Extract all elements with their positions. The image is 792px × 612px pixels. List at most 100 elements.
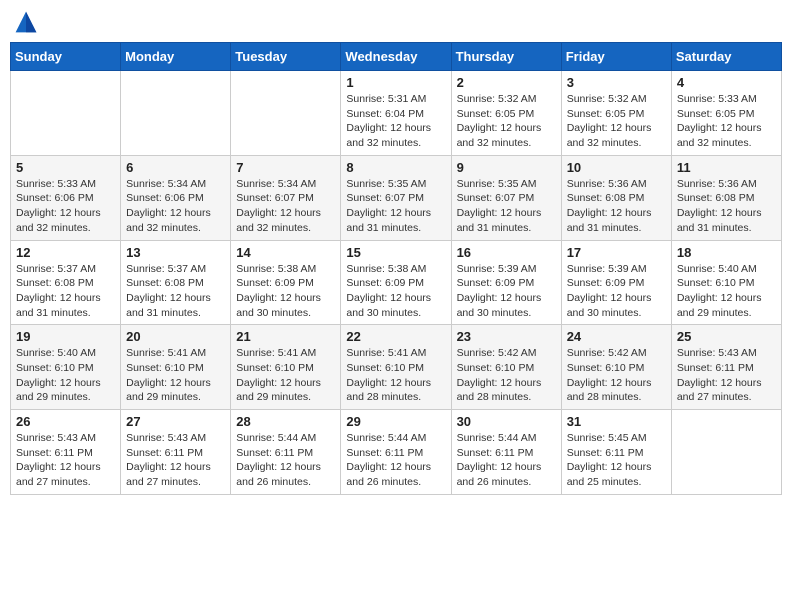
week-row-5: 26 Sunrise: 5:43 AMSunset: 6:11 PMDaylig…	[11, 410, 782, 495]
day-cell: 3 Sunrise: 5:32 AMSunset: 6:05 PMDayligh…	[561, 71, 671, 156]
day-info: Sunrise: 5:34 AMSunset: 6:07 PMDaylight:…	[236, 177, 335, 236]
day-info: Sunrise: 5:41 AMSunset: 6:10 PMDaylight:…	[346, 346, 445, 405]
day-info: Sunrise: 5:38 AMSunset: 6:09 PMDaylight:…	[236, 262, 335, 321]
day-number: 29	[346, 414, 445, 429]
day-info: Sunrise: 5:44 AMSunset: 6:11 PMDaylight:…	[236, 431, 335, 490]
day-cell: 10 Sunrise: 5:36 AMSunset: 6:08 PMDaylig…	[561, 155, 671, 240]
weekday-header-saturday: Saturday	[671, 43, 781, 71]
day-info: Sunrise: 5:41 AMSunset: 6:10 PMDaylight:…	[126, 346, 225, 405]
day-cell	[671, 410, 781, 495]
day-number: 5	[16, 160, 115, 175]
day-info: Sunrise: 5:44 AMSunset: 6:11 PMDaylight:…	[346, 431, 445, 490]
day-cell: 24 Sunrise: 5:42 AMSunset: 6:10 PMDaylig…	[561, 325, 671, 410]
day-number: 11	[677, 160, 776, 175]
day-number: 10	[567, 160, 666, 175]
calendar: SundayMondayTuesdayWednesdayThursdayFrid…	[10, 42, 782, 495]
day-cell	[11, 71, 121, 156]
day-cell: 4 Sunrise: 5:33 AMSunset: 6:05 PMDayligh…	[671, 71, 781, 156]
day-cell: 12 Sunrise: 5:37 AMSunset: 6:08 PMDaylig…	[11, 240, 121, 325]
day-number: 13	[126, 245, 225, 260]
day-cell: 13 Sunrise: 5:37 AMSunset: 6:08 PMDaylig…	[121, 240, 231, 325]
day-cell: 14 Sunrise: 5:38 AMSunset: 6:09 PMDaylig…	[231, 240, 341, 325]
day-number: 25	[677, 329, 776, 344]
day-info: Sunrise: 5:44 AMSunset: 6:11 PMDaylight:…	[457, 431, 556, 490]
day-info: Sunrise: 5:45 AMSunset: 6:11 PMDaylight:…	[567, 431, 666, 490]
day-info: Sunrise: 5:42 AMSunset: 6:10 PMDaylight:…	[457, 346, 556, 405]
day-cell: 20 Sunrise: 5:41 AMSunset: 6:10 PMDaylig…	[121, 325, 231, 410]
day-info: Sunrise: 5:31 AMSunset: 6:04 PMDaylight:…	[346, 92, 445, 151]
day-cell	[231, 71, 341, 156]
day-info: Sunrise: 5:35 AMSunset: 6:07 PMDaylight:…	[346, 177, 445, 236]
day-number: 7	[236, 160, 335, 175]
day-info: Sunrise: 5:43 AMSunset: 6:11 PMDaylight:…	[16, 431, 115, 490]
week-row-2: 5 Sunrise: 5:33 AMSunset: 6:06 PMDayligh…	[11, 155, 782, 240]
day-info: Sunrise: 5:42 AMSunset: 6:10 PMDaylight:…	[567, 346, 666, 405]
week-row-4: 19 Sunrise: 5:40 AMSunset: 6:10 PMDaylig…	[11, 325, 782, 410]
weekday-header-wednesday: Wednesday	[341, 43, 451, 71]
weekday-header-monday: Monday	[121, 43, 231, 71]
day-cell: 16 Sunrise: 5:39 AMSunset: 6:09 PMDaylig…	[451, 240, 561, 325]
day-number: 18	[677, 245, 776, 260]
day-number: 4	[677, 75, 776, 90]
weekday-header-thursday: Thursday	[451, 43, 561, 71]
day-cell: 26 Sunrise: 5:43 AMSunset: 6:11 PMDaylig…	[11, 410, 121, 495]
day-cell: 11 Sunrise: 5:36 AMSunset: 6:08 PMDaylig…	[671, 155, 781, 240]
day-number: 22	[346, 329, 445, 344]
day-cell: 28 Sunrise: 5:44 AMSunset: 6:11 PMDaylig…	[231, 410, 341, 495]
day-info: Sunrise: 5:43 AMSunset: 6:11 PMDaylight:…	[677, 346, 776, 405]
day-cell: 23 Sunrise: 5:42 AMSunset: 6:10 PMDaylig…	[451, 325, 561, 410]
day-cell: 18 Sunrise: 5:40 AMSunset: 6:10 PMDaylig…	[671, 240, 781, 325]
day-cell: 30 Sunrise: 5:44 AMSunset: 6:11 PMDaylig…	[451, 410, 561, 495]
day-number: 8	[346, 160, 445, 175]
day-info: Sunrise: 5:32 AMSunset: 6:05 PMDaylight:…	[567, 92, 666, 151]
day-info: Sunrise: 5:43 AMSunset: 6:11 PMDaylight:…	[126, 431, 225, 490]
page-header	[10, 10, 782, 34]
day-info: Sunrise: 5:33 AMSunset: 6:06 PMDaylight:…	[16, 177, 115, 236]
day-cell: 15 Sunrise: 5:38 AMSunset: 6:09 PMDaylig…	[341, 240, 451, 325]
day-info: Sunrise: 5:37 AMSunset: 6:08 PMDaylight:…	[126, 262, 225, 321]
day-info: Sunrise: 5:36 AMSunset: 6:08 PMDaylight:…	[677, 177, 776, 236]
day-info: Sunrise: 5:39 AMSunset: 6:09 PMDaylight:…	[567, 262, 666, 321]
day-number: 6	[126, 160, 225, 175]
day-cell: 22 Sunrise: 5:41 AMSunset: 6:10 PMDaylig…	[341, 325, 451, 410]
day-cell	[121, 71, 231, 156]
day-cell: 25 Sunrise: 5:43 AMSunset: 6:11 PMDaylig…	[671, 325, 781, 410]
day-cell: 29 Sunrise: 5:44 AMSunset: 6:11 PMDaylig…	[341, 410, 451, 495]
day-number: 9	[457, 160, 556, 175]
day-number: 19	[16, 329, 115, 344]
weekday-header-tuesday: Tuesday	[231, 43, 341, 71]
day-number: 14	[236, 245, 335, 260]
day-cell: 1 Sunrise: 5:31 AMSunset: 6:04 PMDayligh…	[341, 71, 451, 156]
day-cell: 5 Sunrise: 5:33 AMSunset: 6:06 PMDayligh…	[11, 155, 121, 240]
day-info: Sunrise: 5:41 AMSunset: 6:10 PMDaylight:…	[236, 346, 335, 405]
day-cell: 19 Sunrise: 5:40 AMSunset: 6:10 PMDaylig…	[11, 325, 121, 410]
day-number: 31	[567, 414, 666, 429]
day-number: 20	[126, 329, 225, 344]
day-cell: 6 Sunrise: 5:34 AMSunset: 6:06 PMDayligh…	[121, 155, 231, 240]
weekday-header-friday: Friday	[561, 43, 671, 71]
day-number: 23	[457, 329, 556, 344]
day-number: 3	[567, 75, 666, 90]
day-number: 1	[346, 75, 445, 90]
day-info: Sunrise: 5:33 AMSunset: 6:05 PMDaylight:…	[677, 92, 776, 151]
day-number: 24	[567, 329, 666, 344]
logo	[14, 10, 42, 34]
weekday-header-row: SundayMondayTuesdayWednesdayThursdayFrid…	[11, 43, 782, 71]
logo-icon	[14, 10, 38, 34]
day-info: Sunrise: 5:39 AMSunset: 6:09 PMDaylight:…	[457, 262, 556, 321]
day-info: Sunrise: 5:38 AMSunset: 6:09 PMDaylight:…	[346, 262, 445, 321]
day-cell: 7 Sunrise: 5:34 AMSunset: 6:07 PMDayligh…	[231, 155, 341, 240]
day-number: 21	[236, 329, 335, 344]
day-cell: 9 Sunrise: 5:35 AMSunset: 6:07 PMDayligh…	[451, 155, 561, 240]
day-cell: 27 Sunrise: 5:43 AMSunset: 6:11 PMDaylig…	[121, 410, 231, 495]
weekday-header-sunday: Sunday	[11, 43, 121, 71]
day-number: 15	[346, 245, 445, 260]
day-number: 16	[457, 245, 556, 260]
day-cell: 8 Sunrise: 5:35 AMSunset: 6:07 PMDayligh…	[341, 155, 451, 240]
week-row-1: 1 Sunrise: 5:31 AMSunset: 6:04 PMDayligh…	[11, 71, 782, 156]
day-info: Sunrise: 5:36 AMSunset: 6:08 PMDaylight:…	[567, 177, 666, 236]
day-info: Sunrise: 5:34 AMSunset: 6:06 PMDaylight:…	[126, 177, 225, 236]
day-cell: 31 Sunrise: 5:45 AMSunset: 6:11 PMDaylig…	[561, 410, 671, 495]
day-info: Sunrise: 5:35 AMSunset: 6:07 PMDaylight:…	[457, 177, 556, 236]
day-number: 12	[16, 245, 115, 260]
